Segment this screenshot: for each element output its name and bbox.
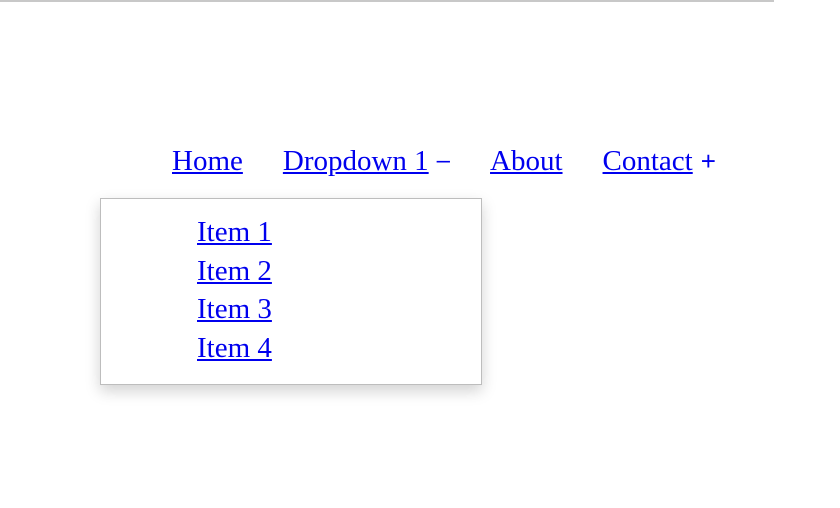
dropdown-item-3[interactable]: Item 3 [197,291,272,327]
list-item: Item 2 [197,252,272,291]
main-navigation: Home Dropdown 1 – About Contact + [172,143,716,179]
top-divider [0,0,774,2]
list-item: Item 4 [197,329,272,368]
nav-link-home[interactable]: Home [172,143,243,179]
list-item: Item 3 [197,290,272,329]
nav-link-dropdown-1[interactable]: Dropdown 1 [283,143,429,179]
dropdown-item-1[interactable]: Item 1 [197,214,272,250]
minus-icon[interactable]: – [437,143,450,179]
dropdown-item-4[interactable]: Item 4 [197,330,272,366]
list-item: Item 1 [197,213,272,252]
plus-icon[interactable]: + [701,143,716,179]
dropdown-item-2[interactable]: Item 2 [197,253,272,289]
nav-link-about[interactable]: About [490,143,563,179]
nav-link-contact[interactable]: Contact [603,143,693,179]
dropdown-menu: Item 1 Item 2 Item 3 Item 4 [100,198,482,385]
dropdown-list: Item 1 Item 2 Item 3 Item 4 [197,213,272,367]
